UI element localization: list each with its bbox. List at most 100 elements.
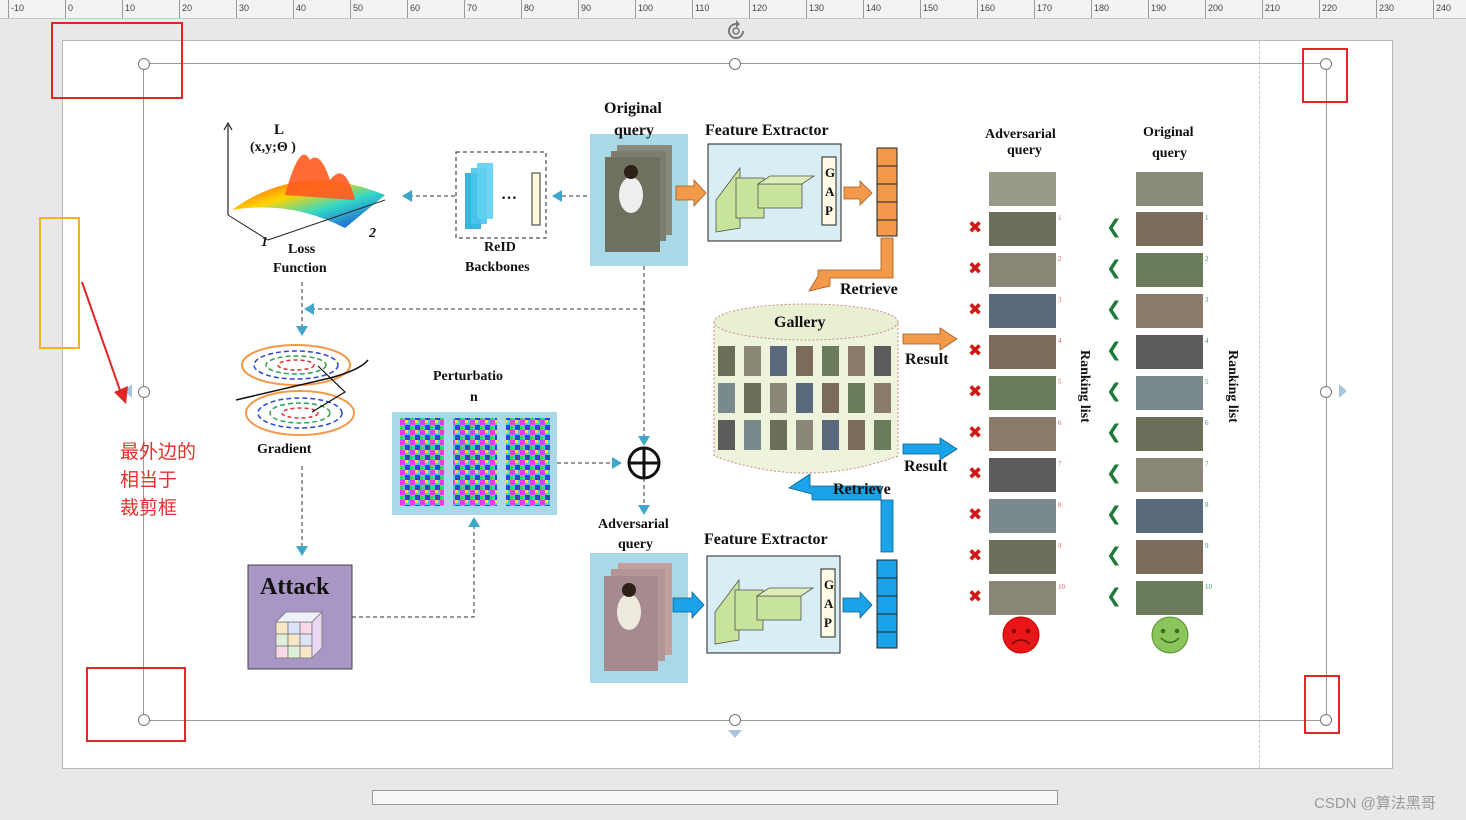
orig-ranked-thumbnail [1136, 253, 1203, 287]
feature-extractor-top [707, 143, 842, 242]
smile-face-icon [1151, 616, 1189, 654]
gap-bottom-a: A [824, 596, 834, 611]
orig-query-thumbnail [1136, 172, 1203, 206]
orig-ranking-header-2: query [1152, 146, 1187, 161]
wrong-match-icon: ✖ [968, 341, 983, 361]
wrong-match-icon: ✖ [968, 505, 983, 525]
adv-ranked-thumbnail [989, 253, 1056, 287]
orig-rank-number: 4 [1205, 337, 1209, 345]
adv-ranked-thumbnail [989, 499, 1056, 533]
gallery-thumbnail [848, 420, 865, 450]
adv-ranked-thumbnail [989, 376, 1056, 410]
crop-corner-tr-highlight [1302, 48, 1348, 103]
original-query-title-2: query [614, 122, 654, 139]
orig-rank-number: 7 [1205, 460, 1209, 468]
orig-rank-number: 8 [1205, 501, 1209, 509]
adv-rank-number: 3 [1058, 296, 1062, 304]
loss-function-plot [223, 121, 386, 241]
retrieve-bottom-label: Retrieve [833, 481, 891, 498]
result-top-label: Result [905, 351, 949, 368]
orig-rank-number: 1 [1205, 214, 1209, 222]
correct-match-icon: ❮ [1106, 585, 1122, 607]
orig-rank-number: 6 [1205, 419, 1209, 427]
gallery-thumbnail [874, 346, 891, 376]
loss-axis-1: 1 [261, 235, 268, 250]
orig-ranked-thumbnail [1136, 376, 1203, 410]
adv-query-thumbnail [989, 172, 1056, 206]
gallery-thumbnail [770, 383, 787, 413]
crop-corner-bl-highlight [86, 667, 186, 742]
orig-rank-number: 5 [1205, 378, 1209, 386]
feature-extractor-top-title: Feature Extractor [705, 122, 829, 139]
gallery-thumbnail [744, 346, 761, 376]
orig-ranked-thumbnail [1136, 581, 1203, 615]
adv-ranked-thumbnail [989, 540, 1056, 574]
annotation-note-2: 相当于 [120, 469, 178, 491]
loss-l-label: L [274, 122, 285, 138]
gap-top-a: A [825, 184, 835, 199]
attack-label: Attack [260, 574, 330, 600]
loss-caption-2: Function [273, 261, 327, 276]
original-query-title-1: Original [604, 100, 662, 117]
wrong-match-icon: ✖ [968, 464, 983, 484]
adv-ranking-side-label: Ranking list [1077, 350, 1092, 423]
orig-ranking-side-label: Ranking list [1225, 350, 1240, 423]
gallery-thumbnail [822, 420, 839, 450]
adv-ranked-thumbnail [989, 212, 1056, 246]
gap-bottom-g: G [824, 577, 835, 592]
adv-ranked-thumbnail [989, 417, 1056, 451]
wrong-match-icon: ✖ [968, 382, 983, 402]
gallery-thumbnail [744, 383, 761, 413]
perturbation-title-2: n [470, 390, 478, 405]
annotation-arrow-icon [81, 281, 128, 404]
gallery-thumbnail [718, 346, 735, 376]
sad-face-icon [1002, 616, 1040, 654]
annotation-note-3: 裁剪框 [120, 497, 178, 519]
adv-rank-number: 4 [1058, 337, 1062, 345]
orig-ranked-thumbnail [1136, 417, 1203, 451]
adv-rank-number: 1 [1058, 214, 1062, 222]
orig-ranked-thumbnail [1136, 540, 1203, 574]
horizontal-scrollbar[interactable] [372, 790, 1058, 805]
wrong-match-icon: ✖ [968, 546, 983, 566]
gallery-thumbnail [770, 346, 787, 376]
adv-ranked-thumbnail [989, 294, 1056, 328]
perturbation-images [392, 412, 557, 515]
gallery-thumbnail [874, 383, 891, 413]
gallery-title: Gallery [774, 314, 826, 331]
gallery-thumbnail [848, 383, 865, 413]
orig-rank-number: 2 [1205, 255, 1209, 263]
gallery-thumbnail [796, 420, 813, 450]
retrieve-top-label: Retrieve [840, 281, 898, 298]
adv-ranked-thumbnail [989, 458, 1056, 492]
orig-rank-number: 10 [1205, 583, 1212, 591]
adv-rank-number: 6 [1058, 419, 1062, 427]
feature-extractor-bottom-title: Feature Extractor [704, 531, 828, 548]
orig-ranked-thumbnail [1136, 458, 1203, 492]
feature-vector-bottom [876, 559, 898, 649]
gap-top-p: P [825, 203, 833, 218]
gallery-thumbnail [770, 420, 787, 450]
gallery-thumbnail [822, 346, 839, 376]
adv-rank-number: 5 [1058, 378, 1062, 386]
gallery-thumbnail [718, 420, 735, 450]
gap-bottom-p: P [824, 615, 832, 630]
adv-rank-number: 2 [1058, 255, 1062, 263]
correct-match-icon: ❮ [1106, 462, 1122, 484]
wrong-match-icon: ✖ [968, 218, 983, 238]
backbone-caption-1: ReID [484, 240, 516, 255]
correct-match-icon: ❮ [1106, 544, 1122, 566]
correct-match-icon: ❮ [1106, 339, 1122, 361]
orig-rank-number: 9 [1205, 542, 1209, 550]
ranking-lists [989, 172, 1203, 615]
gallery-thumbnail [796, 383, 813, 413]
adv-rank-number: 8 [1058, 501, 1062, 509]
wrong-match-icon: ✖ [968, 259, 983, 279]
annotation-note-1: 最外边的 [120, 441, 197, 463]
correct-match-icon: ❮ [1106, 421, 1122, 443]
correct-match-icon: ❮ [1106, 298, 1122, 320]
adv-ranking-header-1: Adversarial [985, 127, 1056, 142]
crop-corner-tl-highlight [51, 22, 183, 99]
adv-ranked-thumbnail [989, 335, 1056, 369]
gallery-thumbnail [874, 420, 891, 450]
